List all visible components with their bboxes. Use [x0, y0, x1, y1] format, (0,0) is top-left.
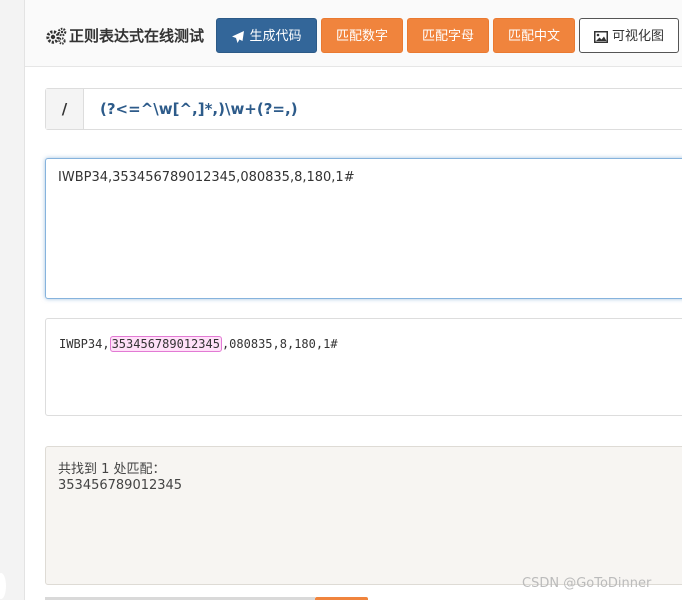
- match-letters-button[interactable]: 匹配字母: [407, 18, 489, 53]
- match-count-label: 共找到 1 处匹配：: [58, 462, 166, 477]
- match-chinese-button[interactable]: 匹配中文: [493, 18, 575, 53]
- test-text-content: IWBP34,353456789012345,080835,8,180,1#: [58, 170, 355, 185]
- match-digits-button[interactable]: 匹配数字: [321, 18, 403, 53]
- regex-delimiter: /: [46, 89, 84, 129]
- regex-tester-panel: 正则表达式在线测试 生成代码 匹配数字 匹配字母 匹配中文 可视化图 / (?<…: [24, 0, 682, 600]
- match-list: 353456789012345: [58, 478, 183, 493]
- gears-icon: [46, 27, 67, 45]
- page-title: 正则表达式在线测试: [69, 27, 205, 45]
- match-highlight-panel: IWBP34, 353456789012345,080835,8,180,1#: [45, 318, 682, 416]
- watermark: CSDN @GoToDinner: [522, 576, 652, 591]
- match-summary-panel: 共找到 1 处匹配： 353456789012345: [45, 446, 682, 585]
- match-digits-label: 匹配数字: [335, 29, 388, 44]
- generate-code-label: 生成代码: [249, 29, 302, 44]
- regex-pattern-input[interactable]: (?<=^\w[^,]*,)\w+(?=,): [100, 89, 298, 129]
- left-edge-decoration: [0, 573, 6, 599]
- visualize-label: 可视化图: [611, 29, 664, 44]
- result-prefix: IWBP34,: [59, 337, 110, 351]
- toolbar: 正则表达式在线测试 生成代码 匹配数字 匹配字母 匹配中文 可视化图: [25, 0, 682, 67]
- match-letters-label: 匹配字母: [421, 29, 474, 44]
- generate-code-button[interactable]: 生成代码: [216, 18, 317, 53]
- highlighted-result: IWBP34, 353456789012345,080835,8,180,1#: [59, 336, 338, 352]
- paper-plane-icon: [232, 30, 245, 43]
- test-text-area[interactable]: IWBP34,353456789012345,080835,8,180,1#: [45, 158, 682, 299]
- image-icon: [593, 30, 608, 43]
- match-highlight: 353456789012345: [109, 336, 222, 352]
- result-suffix: ,080835,8,180,1#: [221, 337, 338, 351]
- visualize-button[interactable]: 可视化图: [579, 18, 679, 53]
- regex-input-group: / (?<=^\w[^,]*,)\w+(?=,): [45, 88, 682, 130]
- match-chinese-label: 匹配中文: [507, 29, 560, 44]
